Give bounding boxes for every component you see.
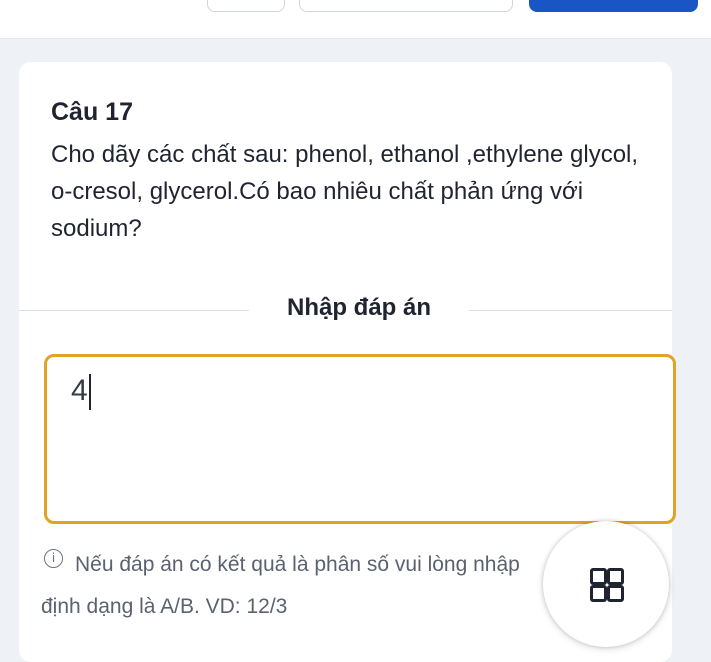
answer-input-value: 4	[71, 374, 88, 407]
text-caret	[89, 374, 91, 410]
toolbar-button-2[interactable]	[299, 0, 513, 12]
toolbar-button-1[interactable]	[207, 0, 285, 12]
menu-fab-button[interactable]	[543, 521, 669, 647]
top-toolbar	[0, 0, 711, 39]
question-text: Cho dãy các chất sau: phenol, ethanol ,e…	[51, 141, 639, 242]
divider-left	[19, 310, 249, 311]
answer-section-label: Nhập đáp án	[286, 294, 431, 321]
question-number: Câu 17	[51, 98, 133, 126]
divider-right	[469, 310, 672, 311]
answer-input[interactable]: 4	[44, 354, 676, 524]
hint-text: Nếu đáp án có kết quả là phân số vui lòn…	[41, 553, 520, 618]
toolbar-primary-button[interactable]	[529, 0, 698, 12]
grid-menu-icon	[590, 568, 624, 602]
